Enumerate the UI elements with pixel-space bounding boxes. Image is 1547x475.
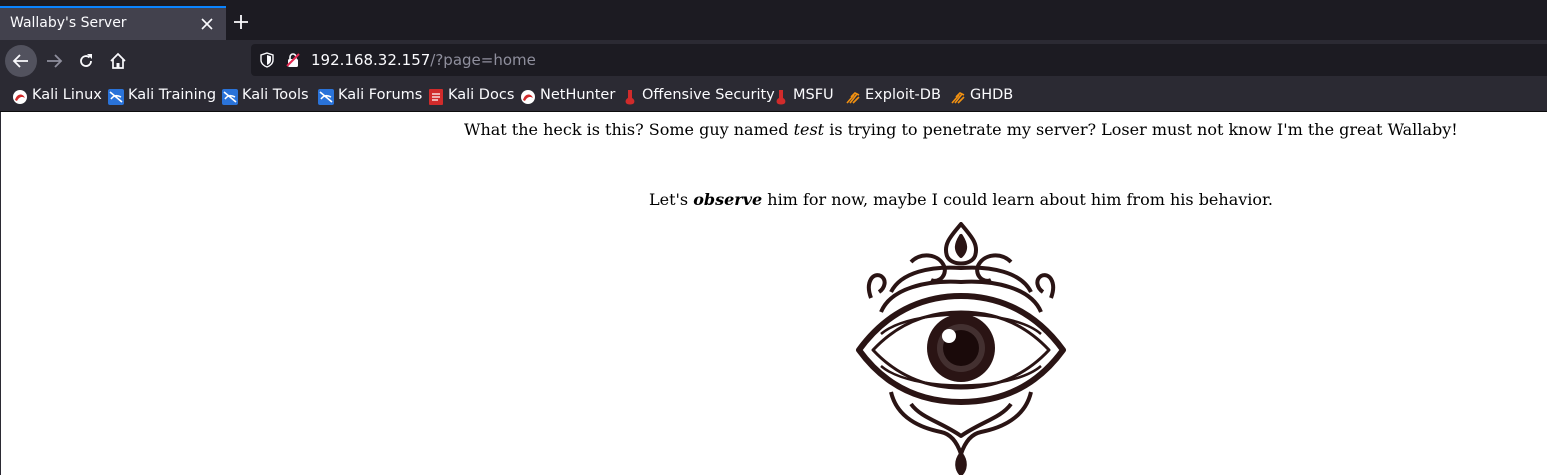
intro-text-after: is trying to penetrate my server? Loser … xyxy=(824,120,1458,139)
exploit-db-icon xyxy=(846,92,860,104)
kali-tools-icon xyxy=(222,89,238,105)
url-host: 192.168.32.157 xyxy=(311,51,431,69)
plus-icon[interactable] xyxy=(231,12,251,32)
bookmark-label: Kali Docs xyxy=(448,87,515,103)
bookmark-label: Exploit-DB xyxy=(865,87,941,103)
kali-docs-icon xyxy=(429,89,443,105)
tab-strip: Wallaby's Server xyxy=(0,0,1547,40)
back-button[interactable] xyxy=(5,45,37,77)
bookmark-label: Kali Linux xyxy=(32,87,102,103)
intro-paragraph: What the heck is this? Some guy named te… xyxy=(464,120,1458,139)
observe-emphasis: observe xyxy=(693,190,763,209)
arrow-left-icon xyxy=(12,54,28,68)
close-icon[interactable] xyxy=(200,17,214,31)
observe-text-before: Let's xyxy=(649,190,694,209)
bookmark-label: MSFU xyxy=(793,87,834,103)
arrow-right-icon xyxy=(47,54,63,68)
insecure-lock-icon[interactable] xyxy=(285,52,301,68)
bookmark-label: Kali Tools xyxy=(242,87,309,103)
home-icon xyxy=(110,52,126,69)
bookmark-label: GHDB xyxy=(970,87,1014,103)
observe-paragraph: Let's observe him for now, maybe I could… xyxy=(649,190,1273,209)
bookmark-label: Offensive Security xyxy=(642,87,775,103)
tab-title: Wallaby's Server xyxy=(10,15,127,31)
url-path: /?page=home xyxy=(430,51,536,69)
forward-button[interactable] xyxy=(38,45,70,77)
reload-icon xyxy=(80,54,92,67)
msfu-icon xyxy=(776,90,786,105)
bookmarks-bar: Kali Linux Kali Training Kali Tools Kali… xyxy=(0,82,1547,112)
offsec-icon xyxy=(625,90,635,105)
bookmark-label: Kali Training xyxy=(128,87,217,103)
shield-icon[interactable] xyxy=(259,52,275,68)
intro-text-before: What the heck is this? Some guy named xyxy=(464,120,794,139)
kali-dragon-icon xyxy=(13,90,27,104)
url-text: 192.168.32.157/?page=home xyxy=(311,51,536,69)
tab-active[interactable]: Wallaby's Server xyxy=(0,6,226,40)
kali-training-icon xyxy=(108,89,124,105)
observe-text-after: him for now, maybe I could learn about h… xyxy=(762,190,1274,209)
bookmark-label: NetHunter xyxy=(540,87,616,103)
home-button[interactable] xyxy=(102,45,134,77)
bookmark-label: Kali Forums xyxy=(338,87,423,103)
username-emphasis: test xyxy=(793,120,825,139)
kali-forums-icon xyxy=(318,89,334,105)
url-bar[interactable]: 192.168.32.157/?page=home xyxy=(251,44,1547,76)
reload-button[interactable] xyxy=(70,45,102,77)
ghdb-icon xyxy=(951,92,965,104)
nethunter-icon xyxy=(521,90,535,104)
all-seeing-eye-illustration xyxy=(856,222,1066,475)
navigation-toolbar: 192.168.32.157/?page=home xyxy=(0,40,1547,82)
page-content: What the heck is this? Some guy named te… xyxy=(0,112,1547,475)
